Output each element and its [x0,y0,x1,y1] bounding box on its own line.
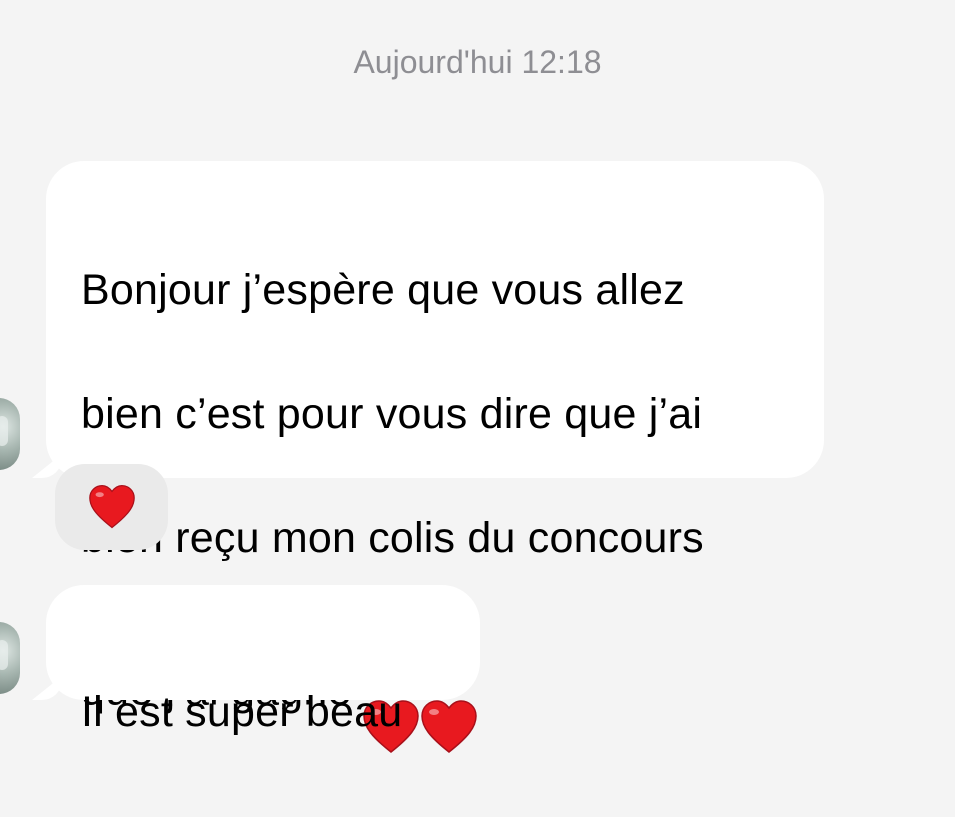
chat-timestamp: Aujourd'hui 12:18 [353,44,602,80]
message-line: Bonjour j’espère que vous allez [81,266,685,314]
heart-icon [88,485,135,529]
avatar[interactable] [0,398,20,470]
message-line: Il est super beau [81,688,403,736]
message-line: bien c’est pour vous dire que j’ai [81,390,703,438]
message-text: Il est super beau [81,619,450,805]
message-line: bien reçu mon colis du concours [81,514,704,562]
avatar[interactable] [0,622,20,694]
bubble-tail [32,676,62,700]
message-bubble[interactable]: Bonjour j’espère que vous allez bien c’e… [32,161,824,753]
reaction-badge[interactable] [55,464,168,550]
message-bubble[interactable]: Il est super beau [32,585,480,736]
bubble-tail [32,454,62,478]
